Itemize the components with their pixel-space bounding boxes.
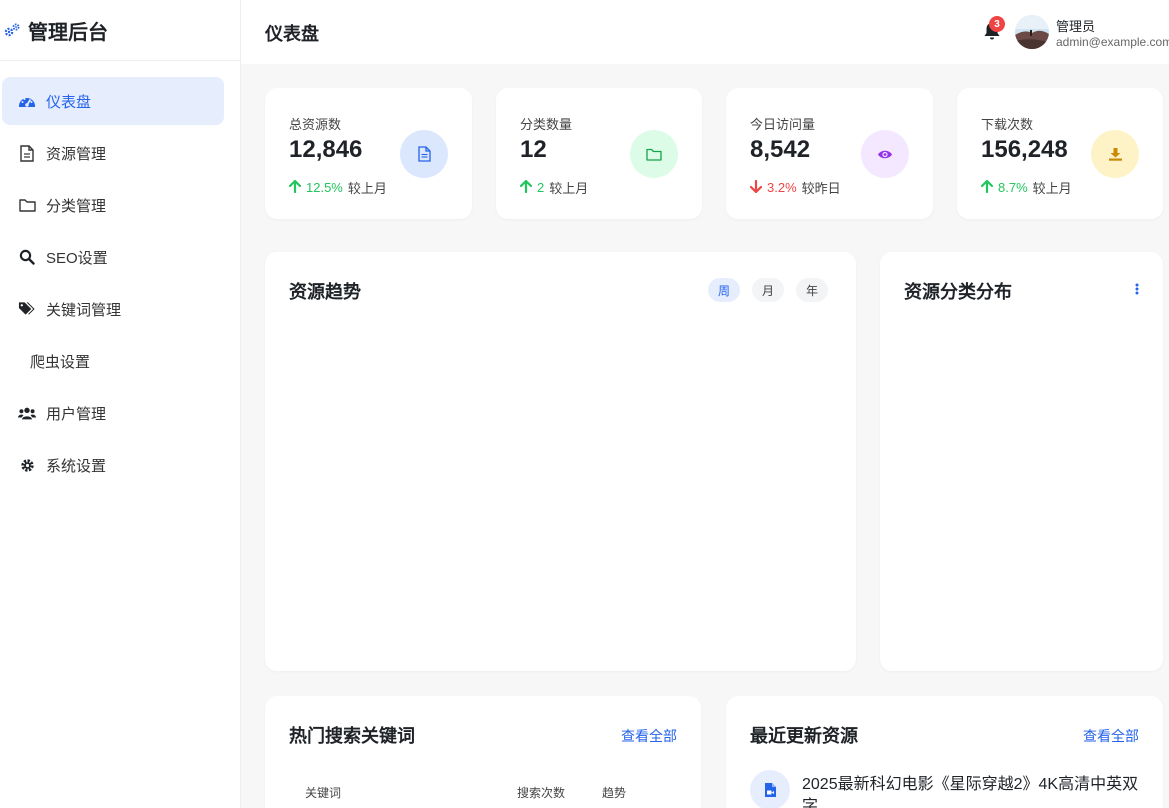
tab-year[interactable]: 年: [796, 278, 829, 302]
download-icon: [1091, 130, 1139, 178]
tab-week[interactable]: 周: [708, 278, 741, 302]
sidebar-item-categories[interactable]: 分类管理: [2, 181, 224, 229]
user-email: admin@example.com: [1056, 35, 1169, 49]
category-distribution-panel: 资源分类分布: [880, 252, 1163, 671]
user-name: 管理员: [1056, 19, 1096, 34]
stat-change-value: 3.2%: [767, 180, 797, 195]
gears-icon: [2, 20, 22, 40]
stat-change-value: 2: [537, 180, 545, 195]
users-icon: [18, 404, 36, 422]
document-icon: [18, 144, 36, 162]
stat-compare-label: 较昨日: [801, 181, 841, 196]
sidebar-item-label: 仪表盘: [46, 93, 92, 111]
stat-card-visits: 今日访问量 8,542 3.2% 较昨日: [726, 88, 933, 219]
stat-label: 分类数量: [520, 117, 573, 132]
stat-change: 8.7% 较上月: [980, 178, 1072, 197]
video-file-icon: [750, 770, 790, 808]
sidebar-item-label: 系统设置: [46, 457, 107, 475]
sidebar-item-resources[interactable]: 资源管理: [2, 129, 224, 177]
avatar[interactable]: [1015, 15, 1049, 49]
panel-title: 资源分类分布: [904, 282, 1012, 302]
panel-title: 热门搜索关键词: [289, 726, 415, 746]
sidebar-item-users[interactable]: 用户管理: [2, 389, 224, 437]
stat-compare-label: 较上月: [347, 181, 387, 196]
arrow-up-icon: [980, 179, 994, 196]
stat-change: 2 较上月: [519, 178, 589, 197]
sidebar-item-label: 分类管理: [46, 197, 107, 215]
sidebar-item-label: 资源管理: [46, 145, 107, 163]
more-vertical-icon[interactable]: [1135, 282, 1141, 296]
view-all-link[interactable]: 查看全部: [1083, 726, 1139, 746]
sidebar-item-seo[interactable]: SEO设置: [2, 233, 224, 281]
sidebar-item-keywords[interactable]: 关键词管理: [2, 285, 224, 333]
sidebar-item-label: SEO设置: [46, 249, 108, 267]
sidebar-item-settings[interactable]: 系统设置: [2, 441, 224, 489]
stat-label: 今日访问量: [750, 117, 816, 132]
column-header: 趋势: [602, 786, 627, 800]
stat-label: 总资源数: [289, 117, 342, 132]
stat-value: 156,248: [981, 136, 1068, 163]
sidebar: 管理后台 仪表盘 资源管理 分类管理 SEO设置 关键词管理 爬虫设置 用户管理…: [0, 0, 241, 808]
page-title: 仪表盘: [265, 24, 319, 44]
stat-change-value: 8.7%: [998, 180, 1028, 195]
stat-card-categories: 分类数量 12 2 较上月: [496, 88, 702, 219]
recent-resources-panel: 最近更新资源 查看全部 2025最新科幻电影《星际穿越2》4K高清中英双字: [726, 696, 1163, 808]
search-icon: [18, 248, 36, 266]
stat-compare-label: 较上月: [549, 181, 589, 196]
category-chart-area: [904, 322, 1139, 647]
brand: 管理后台: [0, 0, 240, 61]
top-header: 仪表盘 3 管理员 admin@example.com: [241, 0, 1169, 64]
panel-title: 最近更新资源: [750, 726, 858, 746]
stat-compare-label: 较上月: [1032, 181, 1072, 196]
arrow-up-icon: [519, 179, 533, 196]
folder-icon: [18, 196, 36, 214]
stat-value: 8,542: [750, 136, 811, 163]
stat-value: 12: [520, 136, 547, 163]
document-icon: [400, 130, 448, 178]
sidebar-item-crawler[interactable]: 爬虫设置: [2, 337, 224, 385]
hot-keywords-panel: 热门搜索关键词 查看全部 关键词 搜索次数 趋势: [265, 696, 701, 808]
sidebar-item-dashboard[interactable]: 仪表盘: [2, 77, 224, 125]
stat-card-total-resources: 总资源数 12,846 12.5% 较上月: [265, 88, 472, 219]
stat-label: 下载次数: [981, 117, 1034, 132]
notification-badge: 3: [989, 16, 1005, 32]
sidebar-item-label: 爬虫设置: [30, 353, 91, 371]
stat-change: 3.2% 较昨日: [749, 178, 841, 197]
view-all-link[interactable]: 查看全部: [621, 726, 677, 746]
panel-title: 资源趋势: [289, 282, 361, 302]
gear-icon: [18, 456, 36, 474]
arrow-down-icon: [749, 179, 763, 196]
sidebar-item-label: 关键词管理: [46, 301, 122, 319]
stat-change: 12.5% 较上月: [288, 178, 387, 197]
gauge-icon: [18, 92, 36, 110]
column-header: 搜索次数: [517, 786, 566, 800]
tags-icon: [18, 300, 36, 318]
stat-value: 12,846: [289, 136, 363, 163]
column-header: 关键词: [305, 786, 342, 800]
arrow-up-icon: [288, 179, 302, 196]
list-item[interactable]: 2025最新科幻电影《星际穿越2》4K高清中英双字: [802, 774, 1142, 808]
eye-icon: [861, 130, 909, 178]
tab-month[interactable]: 月: [752, 278, 785, 302]
trend-chart-area: [289, 322, 832, 647]
folder-icon: [630, 130, 678, 178]
sidebar-nav: 仪表盘 资源管理 分类管理 SEO设置 关键词管理 爬虫设置 用户管理 系统设置: [0, 61, 240, 489]
resource-trend-panel: 资源趋势 周 月 年: [265, 252, 856, 671]
sidebar-item-label: 用户管理: [46, 405, 107, 423]
stat-card-downloads: 下载次数 156,248 8.7% 较上月: [957, 88, 1163, 219]
stat-change-value: 12.5%: [306, 180, 343, 195]
brand-title: 管理后台: [28, 21, 108, 44]
